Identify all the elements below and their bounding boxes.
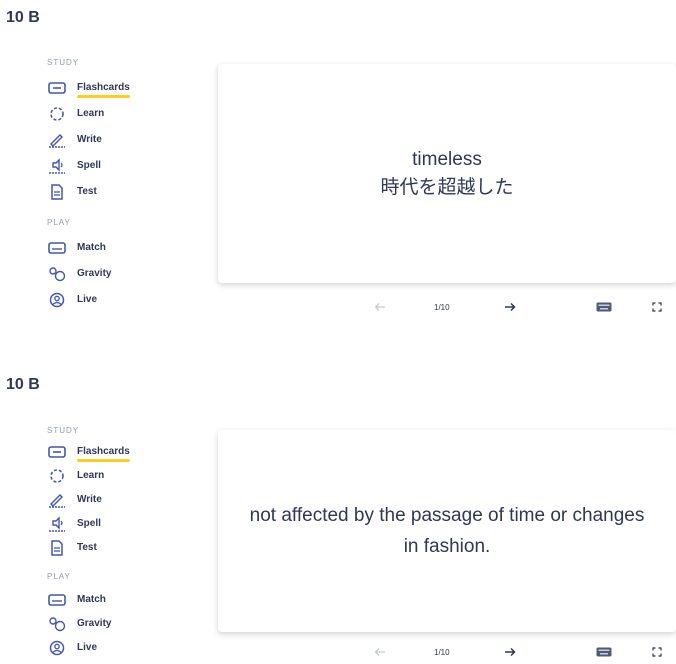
keyboard-icon [596, 302, 612, 312]
sidebar-item-label: Write [77, 493, 102, 505]
learn-icon [47, 468, 67, 484]
play-section-label: PLAY [47, 218, 71, 227]
sidebar-item-label: Spell [77, 159, 101, 171]
study-section-label: STUDY [47, 58, 80, 67]
match-icon [47, 592, 67, 608]
next-card-button[interactable] [502, 300, 518, 314]
prev-card-button[interactable] [372, 645, 388, 659]
sidebar-item-match[interactable]: Match [47, 591, 106, 609]
sidebar-item-label: Test [77, 185, 97, 197]
keyboard-shortcuts-button[interactable] [594, 300, 614, 314]
card-term: timeless [412, 148, 482, 170]
fullscreen-button[interactable] [650, 645, 664, 659]
prev-card-button[interactable] [372, 300, 388, 314]
test-icon [47, 540, 67, 556]
sidebar-item-label: Match [77, 593, 106, 605]
gravity-icon [47, 616, 67, 632]
sidebar-item-label: Learn [77, 469, 105, 481]
sidebar-item-learn[interactable]: Learn [47, 467, 104, 485]
sidebar-item-label: Gravity [77, 617, 112, 629]
card-counter: 1/10 [434, 648, 450, 657]
sidebar-item-live[interactable]: Live [47, 639, 97, 657]
sidebar-item-label: Flashcards [77, 445, 130, 462]
flashcard-panel-1: 10 B STUDY Flashcards Learn Write Spell … [0, 0, 676, 330]
sidebar-item-live[interactable]: Live [47, 291, 97, 309]
sidebar-item-test[interactable]: Test [47, 183, 97, 201]
set-title: 10 B [6, 376, 40, 393]
gravity-icon [47, 266, 67, 282]
card-counter: 1/10 [434, 303, 450, 312]
study-section-label: STUDY [47, 426, 80, 435]
sidebar-item-spell[interactable]: Spell [47, 515, 101, 533]
sidebar-item-label: Gravity [77, 267, 112, 279]
flashcard-panel-2: 10 B STUDY Flashcards Learn Write Spell … [0, 330, 676, 664]
card-translation: 時代を超越した [380, 176, 514, 198]
set-title: 10 B [6, 9, 40, 26]
sidebar-item-label: Write [77, 133, 102, 145]
match-icon [47, 240, 67, 256]
arrow-left-icon [374, 303, 385, 311]
fullscreen-button[interactable] [650, 300, 664, 314]
fullscreen-icon [652, 647, 662, 657]
live-icon [47, 292, 67, 308]
write-icon [47, 132, 67, 148]
keyboard-icon [596, 647, 612, 657]
flashcards-icon [47, 444, 67, 460]
flashcard[interactable]: timeless 時代を超越した [218, 64, 676, 283]
keyboard-shortcuts-button[interactable] [594, 645, 614, 659]
sidebar-item-label: Live [77, 641, 98, 653]
fullscreen-icon [652, 302, 662, 312]
flashcards-icon [47, 80, 67, 96]
card-definition: not affected by the passage of time or c… [249, 504, 645, 557]
sidebar-item-label: Spell [77, 517, 101, 529]
sidebar-item-gravity[interactable]: Gravity [47, 615, 111, 633]
live-icon [47, 640, 67, 656]
arrow-right-icon [505, 647, 516, 657]
learn-icon [47, 106, 67, 122]
spell-icon [47, 158, 67, 174]
flashcard[interactable]: not affected by the passage of time or c… [218, 430, 676, 632]
sidebar-item-label: Match [77, 241, 106, 253]
sidebar-item-flashcards[interactable]: Flashcards [47, 443, 130, 462]
sidebar-item-gravity[interactable]: Gravity [47, 265, 111, 283]
sidebar-item-spell[interactable]: Spell [47, 157, 101, 175]
spell-icon [47, 516, 67, 532]
sidebar-item-write[interactable]: Write [47, 491, 102, 509]
sidebar-item-write[interactable]: Write [47, 131, 102, 149]
sidebar-item-label: Test [77, 541, 97, 553]
sidebar-item-flashcards[interactable]: Flashcards [47, 79, 130, 98]
sidebar-item-label: Live [77, 293, 98, 305]
sidebar-item-label: Learn [77, 107, 105, 119]
sidebar-item-learn[interactable]: Learn [47, 105, 104, 123]
sidebar-item-match[interactable]: Match [47, 239, 106, 257]
play-section-label: PLAY [47, 572, 71, 581]
arrow-left-icon [374, 648, 385, 656]
sidebar-item-test[interactable]: Test [47, 539, 97, 557]
test-icon [47, 184, 67, 200]
next-card-button[interactable] [502, 645, 518, 659]
arrow-right-icon [505, 302, 516, 312]
write-icon [47, 492, 67, 508]
sidebar-item-label: Flashcards [77, 81, 130, 98]
